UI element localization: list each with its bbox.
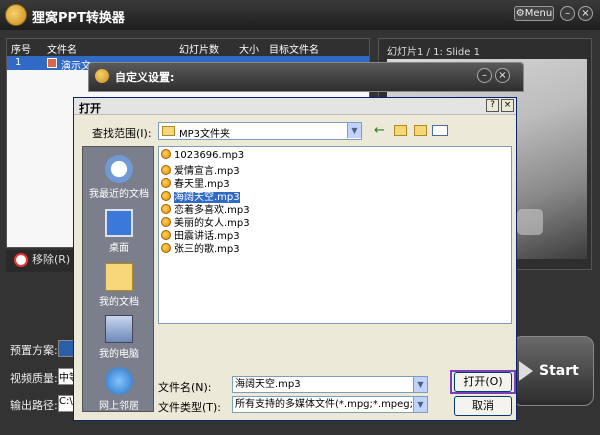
place-label: 我的电脑: [99, 349, 139, 360]
place-label: 网上邻居: [99, 401, 139, 412]
my-documents-icon: [105, 263, 133, 291]
col-filename[interactable]: 文件名: [47, 41, 77, 56]
desktop-icon: [105, 209, 133, 237]
help-button[interactable]: ?: [486, 99, 499, 112]
chevron-down-icon[interactable]: ▼: [347, 123, 361, 138]
look-in-label: 查找范围(I):: [92, 127, 152, 140]
audio-file-icon: [161, 217, 171, 227]
custom-close-button[interactable]: ×: [495, 68, 510, 83]
look-in-select[interactable]: MP3文件夹 ▼: [158, 122, 362, 140]
help-icon: ?: [490, 100, 495, 110]
place-label: 桌面: [109, 243, 129, 254]
list-item[interactable]: 春天里.mp3: [161, 175, 230, 190]
look-in-value: MP3文件夹: [179, 129, 231, 140]
open-dialog-title: 打开: [79, 102, 101, 115]
list-item[interactable]: 张三的歌.mp3: [161, 240, 240, 255]
col-size[interactable]: 大小: [239, 41, 259, 56]
start-play-icon: [519, 361, 533, 381]
close-icon: ×: [498, 70, 507, 81]
list-item[interactable]: 恋着多喜欢.mp3: [161, 201, 250, 216]
open-file-dialog: 打开 ? × 查找范围(I): MP3文件夹 ▼ ← 我最近的文档 桌面 我的文…: [73, 97, 517, 421]
col-slides[interactable]: 幻灯片数: [179, 41, 219, 56]
filetype-value: 所有支持的多媒体文件(*.mpg;*.mpeg;*.w: [235, 399, 428, 410]
file-name: 1023696.mp3: [174, 150, 245, 161]
minimize-button[interactable]: –: [560, 6, 575, 21]
file-browser-list: 1023696.mp3 爱情宣言.mp3 春天里.mp3 海阔天空.mp3 恋着…: [158, 146, 512, 324]
my-computer-icon: [105, 315, 133, 343]
place-desktop[interactable]: 桌面: [83, 205, 155, 259]
open-dialog-titlebar: 打开 ? ×: [74, 98, 516, 115]
custom-minimize-button[interactable]: –: [477, 68, 492, 83]
play-icon: [517, 209, 543, 235]
preset-label: 预置方案:: [10, 344, 58, 357]
folder-icon: [162, 126, 175, 136]
audio-file-icon: [161, 191, 171, 201]
place-recent[interactable]: 我最近的文档: [83, 151, 155, 205]
view-menu-icon[interactable]: [432, 125, 448, 136]
start-button[interactable]: Start: [512, 336, 594, 406]
network-icon: [105, 367, 133, 395]
minimize-icon: –: [482, 70, 487, 81]
filetype-select[interactable]: 所有支持的多媒体文件(*.mpg;*.mpeg;*.w ▼: [232, 396, 428, 413]
recent-docs-icon: [105, 155, 133, 183]
app-window: 狸窝PPT转换器 ⚙Menu – × 序号 文件名 幻灯片数 大小 目标文件名 …: [0, 0, 600, 435]
list-item[interactable]: 田震讲话.mp3: [161, 227, 240, 242]
title-bar: 狸窝PPT转换器 ⚙Menu – ×: [0, 0, 600, 30]
places-bar: 我最近的文档 桌面 我的文档 我的电脑 网上邻居: [82, 146, 154, 412]
list-item[interactable]: 美丽的女人.mp3: [161, 214, 250, 229]
place-my-computer[interactable]: 我的电脑: [83, 311, 155, 365]
back-icon[interactable]: ←: [374, 124, 385, 137]
output-label: 输出路径:: [10, 399, 58, 412]
filename-value: 海阔天空.mp3: [235, 379, 301, 390]
chevron-down-icon[interactable]: ▼: [413, 377, 427, 392]
start-label: Start: [539, 363, 579, 379]
audio-file-icon: [161, 204, 171, 214]
app-logo-icon: [5, 4, 27, 26]
audio-file-icon: [161, 165, 171, 175]
menu-label: Menu: [524, 8, 553, 19]
preview-title: 幻灯片1 / 1: Slide 1: [387, 47, 480, 58]
remove-button[interactable]: 移除(R): [12, 250, 70, 270]
app-title: 狸窝PPT转换器: [32, 11, 125, 26]
list-header: 序号 文件名 幻灯片数 大小 目标文件名: [7, 39, 369, 56]
cancel-button[interactable]: 取消: [454, 396, 512, 416]
filename-label: 文件名(N):: [158, 381, 212, 394]
chevron-down-icon[interactable]: ▼: [413, 397, 427, 412]
minimize-icon: –: [565, 8, 570, 19]
quality-label: 视频质量:: [10, 372, 58, 385]
custom-settings-dialog: 自定义设置: – ×: [88, 62, 524, 92]
col-target[interactable]: 目标文件名: [269, 41, 319, 56]
audio-file-icon: [161, 178, 171, 188]
list-item[interactable]: 爱情宣言.mp3: [161, 162, 240, 177]
list-item[interactable]: 1023696.mp3: [161, 149, 244, 162]
col-index[interactable]: 序号: [11, 41, 31, 56]
open-button[interactable]: 打开(O): [454, 372, 512, 392]
place-label: 我最近的文档: [89, 189, 149, 200]
new-folder-icon[interactable]: [414, 125, 427, 136]
place-network[interactable]: 网上邻居: [83, 363, 155, 417]
row-index: 1: [15, 57, 22, 68]
filename-input[interactable]: 海阔天空.mp3 ▼: [232, 376, 428, 393]
up-folder-icon[interactable]: [394, 125, 407, 136]
audio-file-icon: [161, 243, 171, 253]
menu-button[interactable]: ⚙Menu: [514, 6, 554, 21]
file-name: 张三的歌.mp3: [174, 244, 240, 255]
gear-icon: ⚙: [515, 8, 525, 19]
close-button[interactable]: ×: [578, 6, 593, 21]
dialog-logo-icon: [95, 69, 109, 83]
list-item-selected[interactable]: 海阔天空.mp3: [161, 188, 240, 203]
custom-dialog-title: 自定义设置:: [115, 71, 175, 84]
ppt-file-icon: [47, 58, 57, 68]
audio-file-icon: [161, 149, 171, 159]
audio-file-icon: [161, 230, 171, 240]
filetype-label: 文件类型(T):: [158, 401, 222, 414]
close-icon: ×: [581, 8, 590, 19]
place-my-documents[interactable]: 我的文档: [83, 259, 155, 313]
close-icon: ×: [503, 100, 512, 110]
open-close-button[interactable]: ×: [501, 99, 514, 112]
place-label: 我的文档: [99, 297, 139, 308]
